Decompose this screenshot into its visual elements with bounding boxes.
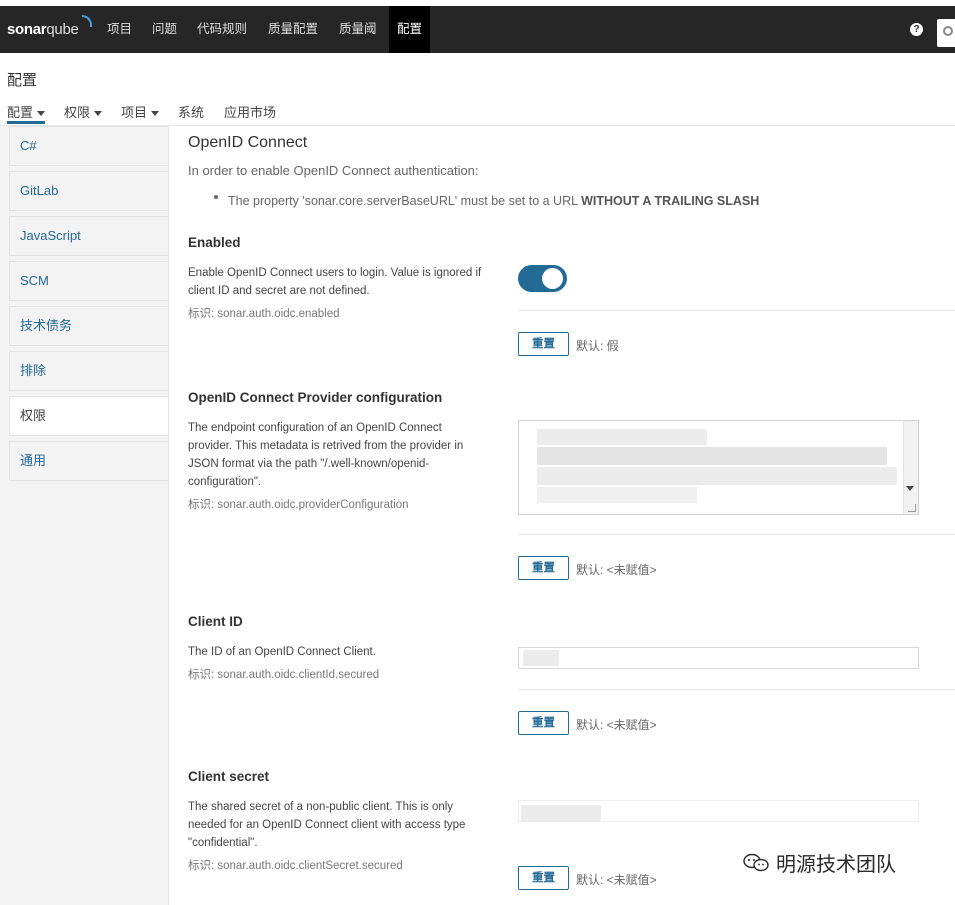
sidebar-item-javascript[interactable]: JavaScript [9, 216, 168, 256]
sidebar-item-gitlab[interactable]: GitLab [9, 171, 168, 211]
chevron-down-icon [37, 111, 46, 117]
reset-button-provider-config[interactable]: 重置 [518, 556, 569, 580]
setting-description-client-secret: The shared secret of a non-public client… [188, 801, 466, 849]
section-note: The property 'sonar.core.serverBaseURL' … [228, 194, 760, 208]
enabled-toggle[interactable] [518, 265, 567, 292]
setting-title-provider-config: OpenID Connect Provider configuration [188, 390, 443, 405]
setting-key-client-id: 标识: sonar.auth.oidc.clientId.secured [188, 669, 380, 681]
default-value-provider-config: 默认: <未赋值> [576, 563, 657, 577]
setting-key-provider-config: 标识: sonar.auth.oidc.providerConfiguratio… [188, 499, 409, 511]
redacted-text [523, 650, 559, 666]
setting-title-enabled: Enabled [188, 235, 241, 250]
setting-key-client-secret: 标识: sonar.auth.oidc.clientSecret.secured [188, 860, 403, 872]
nav-quality-profiles[interactable]: 质量配置 [268, 6, 318, 53]
section-description: In order to enable OpenID Connect authen… [188, 163, 479, 178]
sidebar-item-technical-debt[interactable]: 技术债务 [9, 306, 168, 346]
default-value-enabled: 默认: 假 [576, 339, 619, 353]
setting-title-client-secret: Client secret [188, 769, 270, 784]
client-id-input[interactable] [518, 647, 919, 669]
top-navbar: sonarqube 项目 问题 代码规则 质量配置 质量阈 配置 ? [0, 6, 955, 53]
client-secret-input[interactable] [518, 800, 919, 822]
redacted-text [537, 447, 887, 465]
logo-wave-icon [82, 15, 92, 27]
bullet-icon [214, 195, 218, 199]
search-input[interactable] [937, 19, 955, 47]
setting-key-enabled: 标识: sonar.auth.oidc.enabled [188, 308, 340, 320]
reset-button-enabled[interactable]: 重置 [518, 332, 569, 356]
reset-button-client-id[interactable]: 重置 [518, 711, 569, 735]
resize-handle-icon[interactable] [908, 504, 916, 512]
category-sidebar: C# GitLab JavaScript SCM 技术债务 排除 权限 通用 [0, 126, 169, 905]
nav-administration[interactable]: 配置 [389, 6, 431, 53]
tab-configuration[interactable]: 配置 [7, 102, 46, 121]
redacted-text [537, 467, 897, 485]
sidebar-item-csharp[interactable]: C# [9, 126, 168, 166]
setting-description-provider-config: The endpoint configuration of an OpenID … [188, 422, 464, 488]
sidebar-item-scm[interactable]: SCM [9, 261, 168, 301]
section-title: OpenID Connect [188, 134, 308, 151]
provider-config-textarea[interactable] [518, 420, 919, 515]
default-value-client-secret: 默认: <未赋值> [576, 873, 657, 887]
setting-divider [518, 689, 955, 690]
redacted-text [537, 429, 707, 445]
wechat-icon [743, 853, 769, 872]
toggle-knob [542, 268, 563, 289]
setting-title-client-id: Client ID [188, 614, 243, 629]
sidebar-item-security[interactable]: 权限 [9, 396, 168, 436]
tab-system[interactable]: 系统 [178, 102, 204, 121]
setting-divider [518, 534, 955, 535]
active-tab-indicator [7, 121, 45, 124]
search-icon [943, 26, 953, 36]
scroll-down-icon[interactable] [906, 486, 914, 491]
watermark-text: 明源技术团队 [776, 854, 896, 876]
setting-description-enabled: Enable OpenID Connect users to login. Va… [188, 267, 482, 297]
reset-button-client-secret[interactable]: 重置 [518, 866, 569, 890]
redacted-text [537, 487, 697, 503]
help-icon[interactable]: ? [910, 23, 923, 36]
nav-projects[interactable]: 项目 [107, 6, 132, 53]
textarea-scrollbar[interactable] [903, 421, 918, 514]
sidebar-item-general[interactable]: 通用 [9, 441, 168, 481]
redacted-text [521, 805, 601, 821]
nav-rules[interactable]: 代码规则 [197, 6, 247, 53]
nav-quality-gates[interactable]: 质量阈 [339, 6, 377, 53]
tab-security[interactable]: 权限 [64, 102, 103, 121]
chevron-down-icon [151, 111, 160, 117]
setting-divider [518, 310, 955, 311]
setting-description-client-id: The ID of an OpenID Connect Client. [188, 646, 376, 658]
chevron-down-icon [94, 111, 103, 117]
sidebar-item-exclusions[interactable]: 排除 [9, 351, 168, 391]
default-value-client-id: 默认: <未赋值> [576, 718, 657, 732]
page-title: 配置 [7, 72, 38, 89]
sonarqube-logo[interactable]: sonarqube [7, 21, 79, 38]
tab-marketplace[interactable]: 应用市场 [224, 102, 276, 121]
tab-projects[interactable]: 项目 [121, 102, 160, 121]
nav-issues[interactable]: 问题 [152, 6, 177, 53]
